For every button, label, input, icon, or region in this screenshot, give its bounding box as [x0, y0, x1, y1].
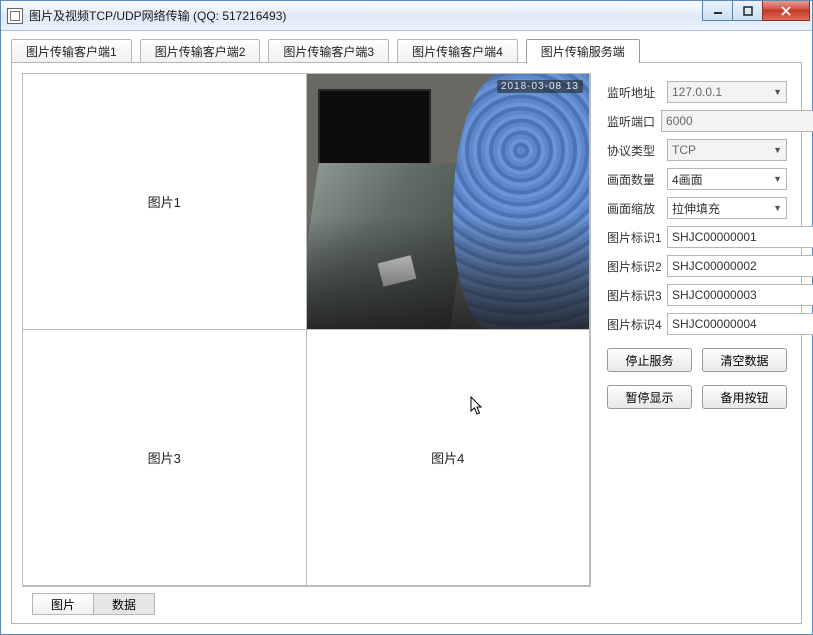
- spare-button[interactable]: 备用按钮: [702, 385, 787, 409]
- image-id3-input[interactable]: [667, 284, 813, 306]
- image-id2-label: 图片标识2: [607, 258, 661, 275]
- camera-placeholder: 图片1: [148, 192, 181, 211]
- protocol-label: 协议类型: [607, 142, 661, 159]
- scale-mode-combo[interactable]: 拉伸填充 ▼: [667, 197, 787, 219]
- image-id3-label: 图片标识3: [607, 287, 661, 304]
- camera-pane-4: 图片4: [306, 329, 591, 586]
- image-id4-input[interactable]: [667, 313, 813, 335]
- video-timestamp-overlay: 2018-03-08 13: [497, 80, 583, 93]
- camera-placeholder: 图片4: [431, 448, 464, 467]
- close-button[interactable]: [762, 1, 810, 21]
- minimize-button[interactable]: [702, 1, 732, 21]
- camera-pane-2: 2018-03-08 13: [306, 73, 591, 330]
- camera-placeholder: 图片3: [148, 448, 181, 467]
- maximize-button[interactable]: [732, 1, 762, 21]
- pane-count-combo[interactable]: 4画面 ▼: [667, 168, 787, 190]
- listen-port-input[interactable]: [661, 110, 813, 132]
- sub-tab-strip: 图片 数据: [22, 587, 591, 623]
- camera-pane-1: 图片1: [22, 73, 307, 330]
- tab-client3[interactable]: 图片传输客户端3: [268, 39, 389, 63]
- protocol-value: TCP: [672, 143, 696, 157]
- image-id1-label: 图片标识1: [607, 229, 661, 246]
- image-id2-input[interactable]: [667, 255, 813, 277]
- stop-service-button[interactable]: 停止服务: [607, 348, 692, 372]
- pane-count-value: 4画面: [672, 171, 703, 188]
- tab-server[interactable]: 图片传输服务端: [526, 39, 640, 63]
- camera-grid: 图片1 2018-03-08 13 图片3 图片: [22, 73, 591, 587]
- listen-address-label: 监听地址: [607, 84, 661, 101]
- settings-pane: 监听地址 127.0.0.1 ▼ 监听端口 协议类型 TCP ▼ 画面数量: [601, 63, 801, 623]
- listen-port-label: 监听端口: [607, 113, 655, 130]
- chevron-down-icon: ▼: [773, 203, 782, 213]
- chevron-down-icon: ▼: [773, 87, 782, 97]
- camera-video-feed: 2018-03-08 13: [307, 74, 590, 329]
- subtab-data[interactable]: 数据: [94, 593, 155, 615]
- chevron-down-icon: ▼: [773, 145, 782, 155]
- protocol-combo[interactable]: TCP ▼: [667, 139, 787, 161]
- titlebar: 图片及视频TCP/UDP网络传输 (QQ: 517216493): [1, 1, 812, 31]
- listen-address-combo[interactable]: 127.0.0.1 ▼: [667, 81, 787, 103]
- image-id4-label: 图片标识4: [607, 316, 661, 333]
- image-id1-input[interactable]: [667, 226, 813, 248]
- main-window: 图片及视频TCP/UDP网络传输 (QQ: 517216493) 图片传输客户端…: [0, 0, 813, 635]
- pause-display-button[interactable]: 暂停显示: [607, 385, 692, 409]
- app-icon: [7, 8, 23, 24]
- tab-strip: 图片传输客户端1 图片传输客户端2 图片传输客户端3 图片传输客户端4 图片传输…: [1, 31, 812, 63]
- tab-client4[interactable]: 图片传输客户端4: [397, 39, 518, 63]
- scale-mode-label: 画面缩放: [607, 200, 661, 217]
- window-title: 图片及视频TCP/UDP网络传输 (QQ: 517216493): [29, 7, 702, 24]
- clear-data-button[interactable]: 清空数据: [702, 348, 787, 372]
- subtab-image[interactable]: 图片: [32, 593, 94, 615]
- tab-content: 图片1 2018-03-08 13 图片3 图片: [11, 62, 802, 624]
- pane-count-label: 画面数量: [607, 171, 661, 188]
- camera-pane-3: 图片3: [22, 329, 307, 586]
- chevron-down-icon: ▼: [773, 174, 782, 184]
- left-pane: 图片1 2018-03-08 13 图片3 图片: [12, 63, 601, 623]
- listen-address-value: 127.0.0.1: [672, 85, 722, 99]
- window-controls: [702, 1, 810, 21]
- tab-client1[interactable]: 图片传输客户端1: [11, 39, 132, 63]
- tab-client2[interactable]: 图片传输客户端2: [140, 39, 261, 63]
- scale-mode-value: 拉伸填充: [672, 200, 720, 217]
